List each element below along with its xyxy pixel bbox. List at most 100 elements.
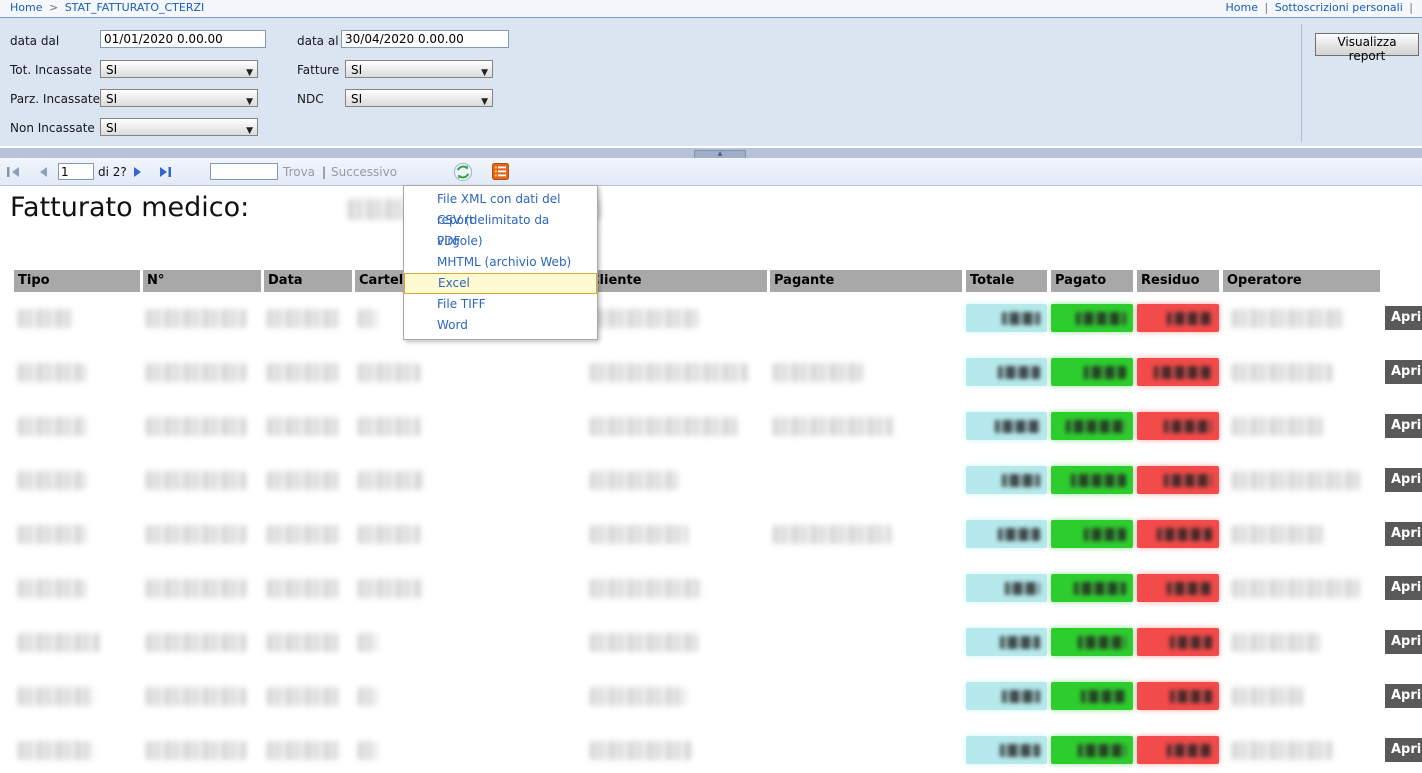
find-wrap — [210, 158, 278, 185]
current-page-input[interactable] — [58, 163, 94, 180]
pagato-value-redacted — [1078, 636, 1126, 649]
fatture-value: SI — [351, 63, 362, 77]
tipo-cell-redacted — [18, 579, 86, 598]
apri-button[interactable]: Apri F — [1385, 576, 1422, 600]
cartella-cell-redacted — [358, 309, 378, 328]
pagato-value-redacted — [1066, 420, 1126, 433]
export-menu-item-1[interactable]: CSV (delimitato da virgole) — [404, 210, 597, 231]
cliente-cell-redacted — [590, 633, 698, 652]
export-menu-item-0[interactable]: File XML con dati del report — [404, 189, 597, 210]
operatore-cell-redacted — [1232, 579, 1360, 598]
chevron-down-icon: ▼ — [246, 122, 253, 140]
residuo-value-cell — [1137, 736, 1219, 764]
chevron-down-icon: ▼ — [481, 64, 488, 82]
tot-incassate-select[interactable]: SI ▼ — [100, 60, 258, 78]
column-header-tipo: Tipo — [14, 270, 140, 292]
top-links: Home | Sottoscrizioni personali | — [1226, 0, 1417, 16]
chevron-down-icon: ▼ — [481, 93, 488, 111]
totale-value-cell — [966, 358, 1047, 386]
column-header-cliente: Cliente — [586, 270, 767, 292]
breadcrumb-home-link[interactable]: Home — [10, 1, 42, 14]
cliente-cell-redacted — [590, 417, 738, 436]
first-page-button[interactable] — [6, 158, 21, 185]
subscriptions-link[interactable]: Sottoscrizioni personali — [1275, 1, 1403, 14]
non-incassate-label: Non Incassate — [10, 121, 95, 135]
pagante-cell-redacted — [773, 525, 891, 544]
export-menu-item-5[interactable]: File TIFF — [404, 294, 597, 315]
cliente-cell-redacted — [590, 579, 702, 598]
fatture-label: Fatture — [297, 63, 339, 77]
data-cell-redacted — [267, 363, 339, 382]
column-header-pagato: Pagato — [1051, 270, 1133, 292]
previous-page-button[interactable] — [37, 158, 49, 185]
apri-button[interactable]: Apri F — [1385, 630, 1422, 654]
export-menu-item-2[interactable]: PDF — [404, 231, 597, 252]
export-menu-item-4[interactable]: Excel — [404, 273, 597, 294]
totale-value-cell — [966, 412, 1047, 440]
data-dal-label: data dal — [10, 34, 59, 48]
data-feed-button[interactable] — [492, 158, 509, 185]
data-cell-redacted — [267, 417, 339, 436]
totale-value-redacted — [998, 366, 1040, 379]
find-link[interactable]: Trova — [283, 158, 315, 185]
apri-button[interactable]: Apri F — [1385, 306, 1422, 330]
pagato-value-redacted — [1071, 474, 1126, 487]
apri-button[interactable]: Apri F — [1385, 522, 1422, 546]
table-row: Apri F — [0, 728, 1422, 773]
totale-value-cell — [966, 736, 1047, 764]
fatture-select[interactable]: SI ▼ — [345, 60, 493, 78]
find-next-link[interactable]: Successivo — [331, 158, 397, 185]
n-cell-redacted — [146, 471, 246, 490]
residuo-value-redacted — [1170, 636, 1212, 649]
apri-button[interactable]: Apri F — [1385, 738, 1422, 762]
column-header-n: N° — [143, 270, 261, 292]
ndc-value: SI — [351, 92, 362, 106]
export-menu-item-3[interactable]: MHTML (archivio Web) — [404, 252, 597, 273]
pagato-value-redacted — [1081, 690, 1126, 703]
cartella-cell-redacted — [358, 471, 424, 490]
ndc-select[interactable]: SI ▼ — [345, 89, 493, 107]
last-page-button[interactable] — [158, 158, 173, 185]
find-text-input[interactable] — [210, 163, 278, 180]
residuo-value-cell — [1137, 628, 1219, 656]
tipo-cell-redacted — [18, 471, 86, 490]
table-row: Apri F — [0, 620, 1422, 674]
cliente-cell-redacted — [590, 525, 688, 544]
totale-value-cell — [966, 304, 1047, 332]
apri-button[interactable]: Apri F — [1385, 414, 1422, 438]
data-al-input[interactable] — [341, 30, 509, 48]
parz-incassate-select[interactable]: SI ▼ — [100, 89, 258, 107]
refresh-button[interactable] — [453, 158, 473, 185]
data-dal-input[interactable] — [100, 30, 266, 48]
home-link[interactable]: Home — [1226, 1, 1258, 14]
next-page-button[interactable] — [132, 158, 144, 185]
ndc-label: NDC — [297, 92, 324, 106]
export-menu: File XML con dati del reportCSV (delimit… — [403, 185, 598, 340]
non-incassate-select[interactable]: SI ▼ — [100, 118, 258, 136]
pagato-value-cell — [1051, 412, 1133, 440]
page-number-wrap — [58, 158, 94, 185]
residuo-value-redacted — [1157, 528, 1212, 541]
residuo-value-redacted — [1167, 312, 1212, 325]
table-body: Apri F Apri F Apri F Apri F Apri F Apri F Apri… — [0, 296, 1422, 773]
cartella-cell-redacted — [358, 633, 378, 652]
view-report-button[interactable]: Visualizza report — [1315, 33, 1419, 56]
tipo-cell-redacted — [18, 309, 73, 328]
residuo-value-cell — [1137, 520, 1219, 548]
pagato-value-cell — [1051, 682, 1133, 710]
apri-button[interactable]: Apri F — [1385, 360, 1422, 384]
export-menu-item-6[interactable]: Word — [404, 315, 597, 336]
pagato-value-cell — [1051, 520, 1133, 548]
table-row: Apri F — [0, 674, 1422, 728]
pagante-cell-redacted — [773, 363, 863, 382]
totale-value-redacted — [995, 420, 1040, 433]
cartella-cell-redacted — [358, 363, 420, 382]
apri-button[interactable]: Apri F — [1385, 684, 1422, 708]
apri-button[interactable]: Apri F — [1385, 468, 1422, 492]
breadcrumb-current[interactable]: STAT_FATTURATO_CTERZI — [65, 1, 205, 14]
pagato-value-cell — [1051, 358, 1133, 386]
data-feed-icon — [492, 163, 509, 180]
cliente-cell-redacted — [590, 687, 686, 706]
n-cell-redacted — [146, 687, 246, 706]
find-separator: | — [322, 158, 326, 185]
